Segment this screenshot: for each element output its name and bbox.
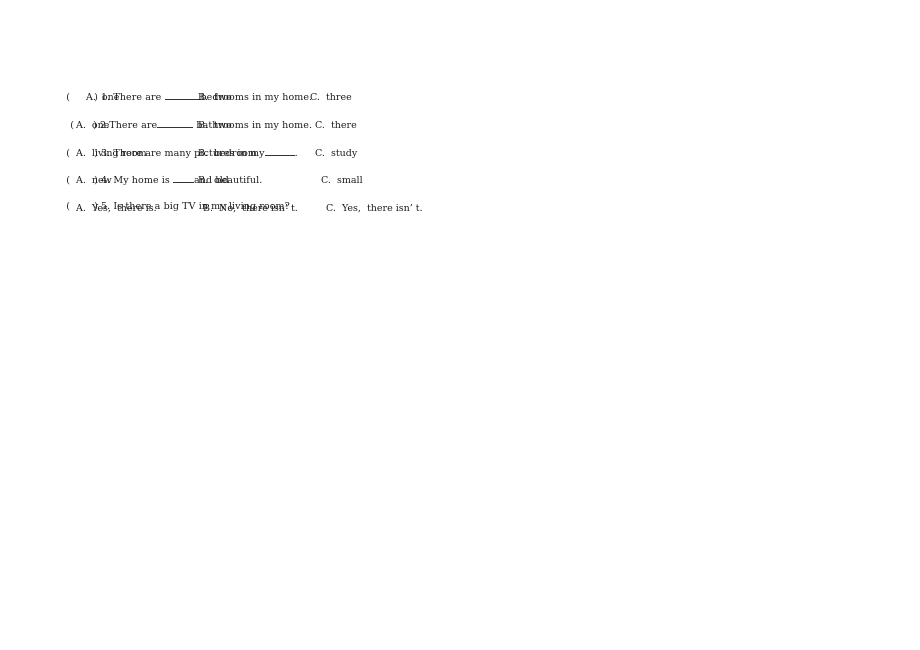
option-c: C. Yes, there isn’ t.: [326, 203, 423, 214]
option-a: A. one: [86, 92, 120, 103]
option-b: B. bedroom: [198, 148, 257, 159]
question-text-prefix: My home is: [113, 175, 174, 186]
answer-paren-open: (: [70, 120, 75, 131]
question-text-suffix: .: [294, 148, 298, 159]
fill-blank: [164, 90, 201, 100]
fill-blank: [173, 173, 195, 183]
answer-paren-open: (: [66, 148, 71, 159]
option-c: C. three: [310, 92, 352, 103]
option-c: C. study: [315, 148, 358, 159]
option-c: C. there: [315, 120, 357, 131]
option-a: A. Yes, there is.: [76, 203, 157, 214]
answer-paren-open: (: [66, 175, 71, 186]
option-a: A. new: [76, 175, 112, 186]
option-a: A. one: [76, 120, 110, 131]
fill-blank: [264, 146, 295, 156]
answer-paren-open: (: [66, 201, 71, 212]
option-b: B. two: [198, 120, 232, 131]
question-text-prefix: There are: [113, 92, 165, 103]
answer-paren-open: (: [66, 92, 71, 103]
option-a: A. living room: [76, 148, 147, 159]
fill-blank: [157, 118, 194, 128]
option-b: B. two: [198, 92, 232, 103]
option-c: C. small: [321, 175, 363, 186]
question-text-prefix: There are: [109, 120, 158, 131]
option-b: B. No, there isn’ t.: [203, 203, 298, 214]
option-b: B. old: [198, 175, 229, 186]
